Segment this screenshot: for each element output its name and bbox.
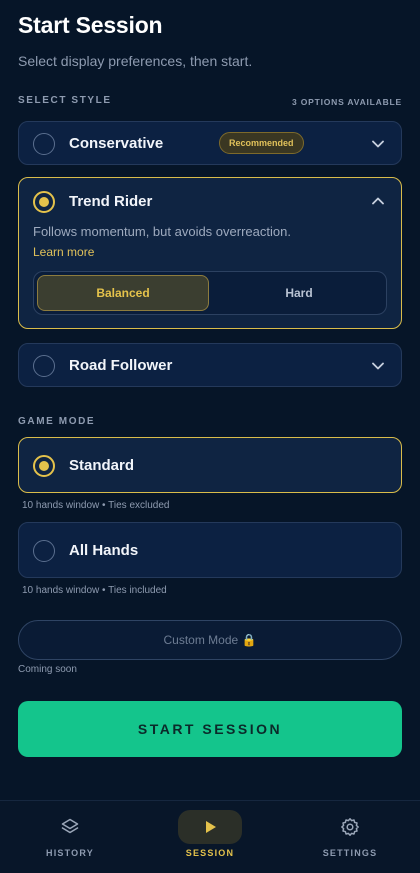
radio-button[interactable] bbox=[33, 133, 55, 155]
mode-hint: 10 hands window • Ties included bbox=[22, 585, 167, 596]
style-option-conservative[interactable]: Conservative Recommended bbox=[18, 121, 402, 165]
layers-icon bbox=[61, 818, 79, 834]
style-description: Follows momentum, but avoids overreactio… bbox=[33, 224, 291, 239]
page-subtitle: Select display preferences, then start. bbox=[18, 53, 253, 69]
select-style-label: SELECT STYLE bbox=[18, 95, 112, 106]
learn-more-link[interactable]: Learn more bbox=[33, 245, 94, 259]
style-option-title: Road Follower bbox=[69, 357, 173, 374]
style-option-title: Conservative bbox=[69, 135, 164, 152]
recommended-badge: Recommended bbox=[219, 132, 304, 154]
radio-button[interactable] bbox=[33, 540, 55, 562]
nav-label: SETTINGS bbox=[322, 848, 378, 858]
difficulty-balanced-button[interactable]: Balanced bbox=[37, 275, 209, 311]
start-session-screen: Start Session Select display preferences… bbox=[0, 0, 420, 800]
custom-mode-button: Custom Mode 🔒 bbox=[18, 620, 402, 660]
chevron-down-icon[interactable] bbox=[371, 137, 385, 151]
radio-button-selected[interactable] bbox=[33, 191, 55, 213]
start-session-button[interactable]: START SESSION bbox=[18, 701, 402, 757]
nav-item-settings[interactable]: SETTINGS bbox=[280, 801, 420, 873]
chevron-up-icon[interactable] bbox=[371, 194, 385, 208]
difficulty-segmented-control: Balanced Hard bbox=[33, 271, 387, 315]
coming-soon-note: Coming soon bbox=[18, 664, 77, 675]
gear-icon bbox=[341, 818, 359, 836]
play-icon bbox=[206, 821, 216, 833]
nav-item-session[interactable]: SESSION bbox=[140, 801, 280, 873]
radio-button[interactable] bbox=[33, 355, 55, 377]
style-option-trend-rider[interactable]: Trend Rider Follows momentum, but avoids… bbox=[18, 177, 402, 329]
style-option-road-follower[interactable]: Road Follower bbox=[18, 343, 402, 387]
difficulty-hard-button[interactable]: Hard bbox=[213, 275, 385, 311]
nav-label: SESSION bbox=[185, 848, 235, 858]
radio-button-selected[interactable] bbox=[33, 455, 55, 477]
game-mode-label: GAME MODE bbox=[18, 416, 96, 427]
options-count: 3 OPTIONS AVAILABLE bbox=[292, 97, 402, 107]
chevron-down-icon[interactable] bbox=[371, 359, 385, 373]
style-option-title: Trend Rider bbox=[69, 193, 153, 210]
mode-option-title: All Hands bbox=[69, 542, 139, 559]
mode-hint: 10 hands window • Ties excluded bbox=[22, 500, 170, 511]
mode-option-standard[interactable]: Standard bbox=[18, 437, 402, 493]
page-title: Start Session bbox=[18, 12, 163, 38]
bottom-nav: HISTORY SESSION SETTINGS bbox=[0, 800, 420, 873]
mode-option-title: Standard bbox=[69, 457, 135, 474]
nav-label: HISTORY bbox=[46, 848, 94, 858]
mode-option-all-hands[interactable]: All Hands bbox=[18, 522, 402, 578]
nav-item-history[interactable]: HISTORY bbox=[0, 801, 140, 873]
